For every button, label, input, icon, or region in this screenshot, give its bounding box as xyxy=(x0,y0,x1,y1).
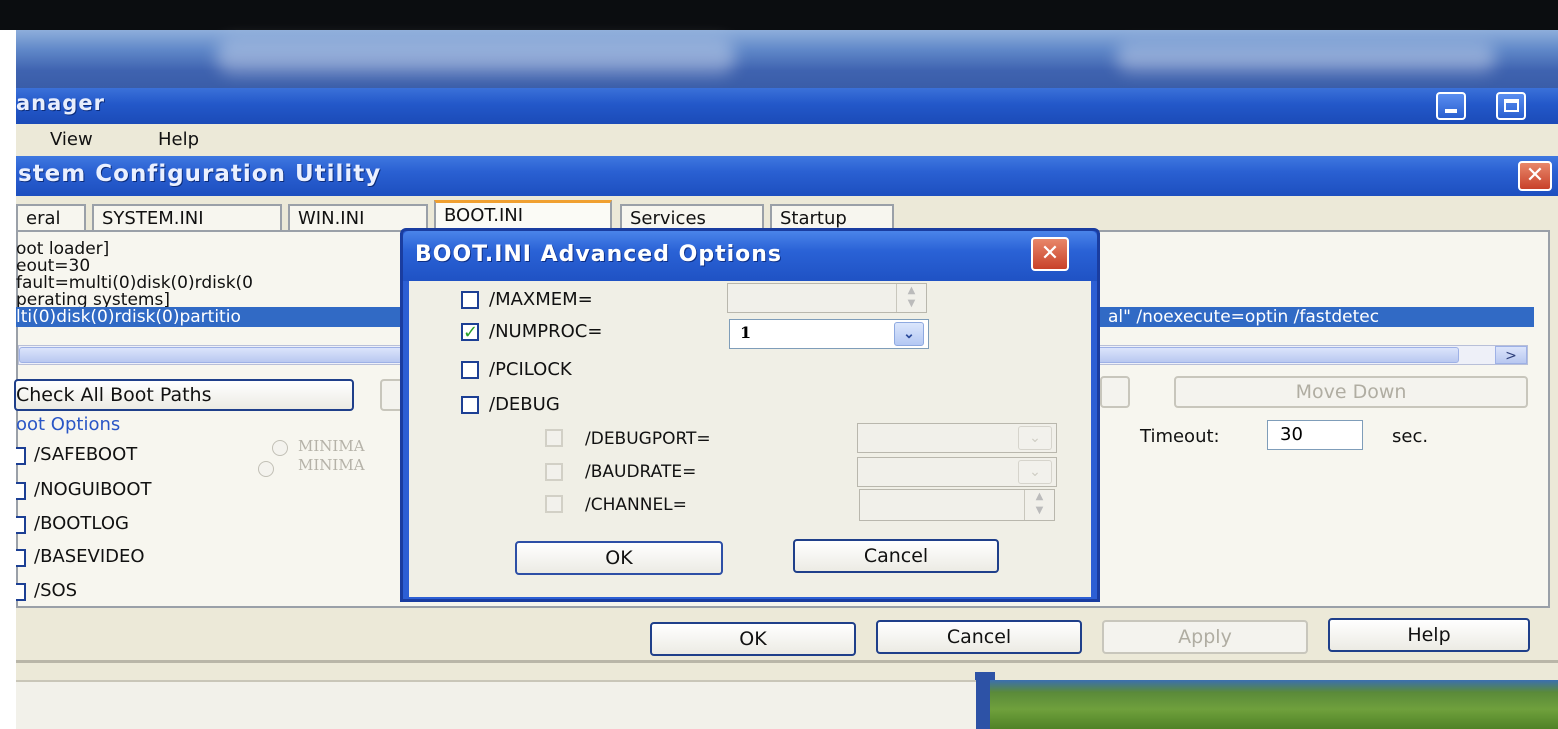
tab-general[interactable]: eral xyxy=(16,204,86,232)
task-manager-panel xyxy=(16,680,976,729)
check-all-boot-paths-button[interactable]: Check All Boot Paths xyxy=(14,379,354,411)
task-manager-title: anager xyxy=(16,91,105,115)
cloud xyxy=(1116,44,1496,72)
scu-ok-button[interactable]: OK xyxy=(650,622,856,656)
channel-checkbox[interactable] xyxy=(545,495,563,513)
channel-input[interactable]: ▲ ▼ xyxy=(859,489,1055,521)
close-icon: ✕ xyxy=(1525,163,1545,188)
debug-checkbox[interactable] xyxy=(461,396,479,414)
bootlog-label: /BOOTLOG xyxy=(34,513,129,534)
debugport-select[interactable]: ⌄ xyxy=(857,423,1057,453)
maximize-icon xyxy=(1504,99,1519,112)
baudrate-label: /BAUDRATE= xyxy=(585,462,697,482)
basevideo-label: /BASEVIDEO xyxy=(34,546,145,567)
boot-options-group-label: oot Options xyxy=(16,414,121,435)
selected-line-left: lti(0)disk(0)rdisk(0)partitio xyxy=(16,307,241,327)
advanced-cancel-button[interactable]: Cancel xyxy=(793,539,999,573)
monitor-bezel xyxy=(0,0,1558,30)
baudrate-select[interactable]: ⌄ xyxy=(857,457,1057,487)
sos-label: /SOS xyxy=(34,580,78,601)
menu-view[interactable]: View xyxy=(50,129,93,150)
desktop-wallpaper xyxy=(990,680,1558,729)
channel-label: /CHANNEL= xyxy=(585,495,687,515)
selected-line-right: al" /noexecute=optin /fastdetec xyxy=(1108,307,1380,327)
close-icon: ✕ xyxy=(1040,241,1060,266)
advanced-options-title: BOOT.INI Advanced Options xyxy=(415,242,783,267)
noguiboot-label: /NOGUIBOOT xyxy=(34,479,152,500)
scu-cancel-button[interactable]: Cancel xyxy=(876,620,1082,654)
advanced-options-body: /MAXMEM= ▲ ▼ ✓ /NUMPROC= 1 ⌄ /PCILOCK /DE… xyxy=(409,281,1091,597)
advanced-options-dialog: BOOT.INI Advanced Options ✕ /MAXMEM= ▲ ▼ … xyxy=(400,228,1100,602)
safeboot-label: /SAFEBOOT xyxy=(34,444,138,465)
chevron-down-icon[interactable]: ⌄ xyxy=(1018,426,1052,450)
scu-apply-button[interactable]: Apply xyxy=(1102,620,1308,654)
maxmem-input[interactable]: ▲ ▼ xyxy=(727,283,927,313)
numproc-select[interactable]: 1 ⌄ xyxy=(729,319,929,349)
timeout-label: Timeout: xyxy=(1140,426,1220,447)
minimize-icon xyxy=(1445,109,1457,113)
timeout-input[interactable]: 30 xyxy=(1267,420,1363,450)
task-manager-menu-bar: View Help xyxy=(16,124,1558,156)
advanced-ok-button[interactable]: OK xyxy=(515,541,723,575)
scu-title-bar: stem Configuration Utility ✕ xyxy=(16,156,1558,196)
desktop-background xyxy=(16,30,1558,88)
minimize-button[interactable] xyxy=(1436,92,1466,120)
debugport-label: /DEBUGPORT= xyxy=(585,429,711,449)
task-manager-title-bar: anager xyxy=(16,88,1558,124)
baudrate-checkbox[interactable] xyxy=(545,463,563,481)
maxmem-label: /MAXMEM= xyxy=(489,289,593,310)
pcilock-checkbox[interactable] xyxy=(461,361,479,379)
chevron-down-icon[interactable]: ⌄ xyxy=(1018,460,1052,484)
advanced-close-button[interactable]: ✕ xyxy=(1031,237,1069,271)
spin-arrows-icon[interactable]: ▲ ▼ xyxy=(1024,490,1054,520)
numproc-value: 1 xyxy=(740,323,752,342)
menu-help[interactable]: Help xyxy=(158,129,199,150)
safeboot-checkbox[interactable] xyxy=(16,447,26,465)
minimal-network-radio-label: MINIMA xyxy=(298,456,365,474)
numproc-checkbox[interactable]: ✓ xyxy=(461,323,479,342)
timeout-unit: sec. xyxy=(1392,426,1429,447)
scu-help-button[interactable]: Help xyxy=(1328,618,1530,652)
minimal-radio[interactable] xyxy=(272,440,288,456)
minimal-network-radio[interactable] xyxy=(258,461,274,477)
sos-checkbox[interactable] xyxy=(16,583,26,601)
minimal-radio-label: MINIMA xyxy=(298,437,365,455)
noguiboot-checkbox[interactable] xyxy=(16,482,26,500)
debug-label: /DEBUG xyxy=(489,394,560,415)
debugport-checkbox[interactable] xyxy=(545,429,563,447)
maxmem-checkbox[interactable] xyxy=(461,291,479,309)
move-up-button[interactable] xyxy=(1100,376,1130,408)
spin-arrows-icon[interactable]: ▲ ▼ xyxy=(896,284,926,312)
bootlog-checkbox[interactable] xyxy=(16,516,26,534)
scroll-right-arrow-icon[interactable]: > xyxy=(1495,346,1527,364)
tab-system-ini[interactable]: SYSTEM.INI xyxy=(92,204,282,232)
move-down-button[interactable]: Move Down xyxy=(1174,376,1528,408)
pcilock-label: /PCILOCK xyxy=(489,359,572,380)
scu-close-button[interactable]: ✕ xyxy=(1518,161,1552,191)
chevron-down-icon[interactable]: ⌄ xyxy=(894,322,924,346)
advanced-options-title-bar: BOOT.INI Advanced Options ✕ xyxy=(403,231,1097,281)
maximize-button[interactable] xyxy=(1496,92,1526,120)
scu-title: stem Configuration Utility xyxy=(18,161,382,187)
cloud xyxy=(216,40,736,74)
numproc-label: /NUMPROC= xyxy=(489,321,603,342)
divider xyxy=(16,660,1558,663)
basevideo-checkbox[interactable] xyxy=(16,549,26,567)
